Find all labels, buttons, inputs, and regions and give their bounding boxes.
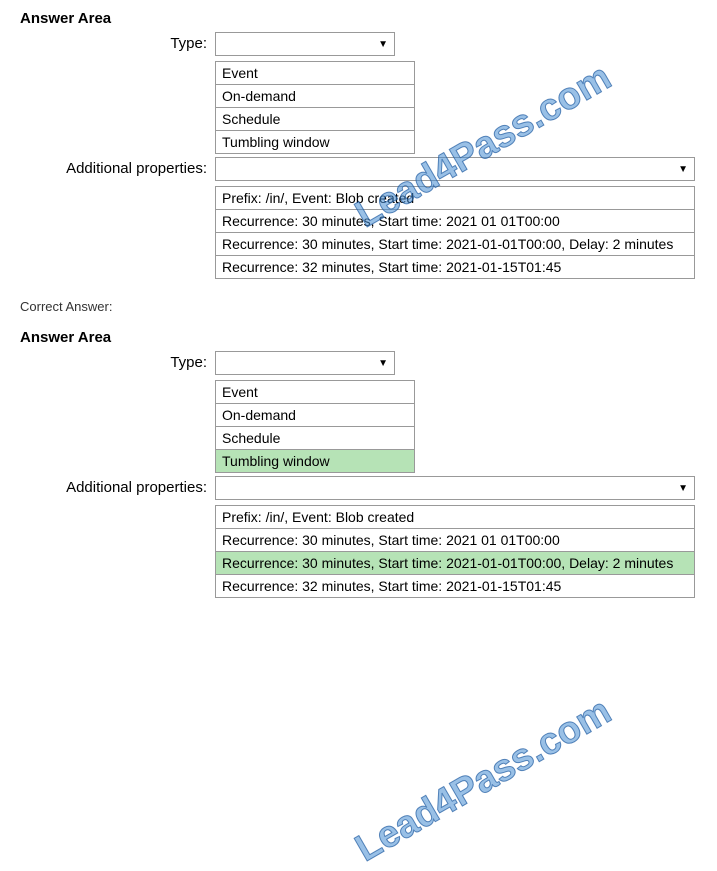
type-option[interactable]: Event [216,62,414,85]
additional-option[interactable]: Prefix: /in/, Event: Blob created [216,506,694,529]
additional-content: ▼ Prefix: /in/, Event: Blob created Recu… [215,476,695,598]
additional-option[interactable]: Recurrence: 32 minutes, Start time: 2021… [216,575,694,597]
chevron-down-icon: ▼ [678,164,688,175]
additional-option[interactable]: Recurrence: 32 minutes, Start time: 2021… [216,256,694,278]
answer-area-correct: Lead4Pass.com Answer Area Type: ▼ Event … [20,329,697,598]
type-options-list: Event On-demand Schedule Tumbling window [215,61,415,154]
type-row: Type: ▼ Event On-demand Schedule Tumblin… [20,32,697,154]
additional-content: ▼ Prefix: /in/, Event: Blob created Recu… [215,157,695,279]
additional-option[interactable]: Prefix: /in/, Event: Blob created [216,187,694,210]
type-option[interactable]: Event [216,381,414,404]
type-option[interactable]: On-demand [216,404,414,427]
additional-properties-label: Additional properties: [20,476,215,598]
type-row: Type: ▼ Event On-demand Schedule Tumblin… [20,351,697,473]
type-dropdown[interactable]: ▼ [215,32,395,56]
type-option[interactable]: On-demand [216,85,414,108]
additional-dropdown[interactable]: ▼ [215,157,695,181]
type-content: ▼ Event On-demand Schedule Tumbling wind… [215,351,415,473]
chevron-down-icon: ▼ [678,483,688,494]
type-options-list: Event On-demand Schedule Tumbling window [215,380,415,473]
answer-area-header: Answer Area [20,329,697,346]
answer-area-header: Answer Area [20,10,697,27]
correct-answer-label: Correct Answer: [20,299,697,314]
answer-area-question: Lead4Pass.com Answer Area Type: ▼ Event … [20,10,697,279]
additional-option[interactable]: Recurrence: 30 minutes, Start time: 2021… [216,529,694,552]
type-content: ▼ Event On-demand Schedule Tumbling wind… [215,32,415,154]
type-label: Type: [20,351,215,473]
additional-option[interactable]: Recurrence: 30 minutes, Start time: 2021… [216,233,694,256]
type-dropdown[interactable]: ▼ [215,351,395,375]
watermark: Lead4Pass.com [348,690,618,871]
type-label: Type: [20,32,215,154]
additional-option[interactable]: Recurrence: 30 minutes, Start time: 2021… [216,210,694,233]
chevron-down-icon: ▼ [378,358,388,369]
chevron-down-icon: ▼ [378,39,388,50]
type-option[interactable]: Schedule [216,108,414,131]
type-option[interactable]: Schedule [216,427,414,450]
additional-dropdown[interactable]: ▼ [215,476,695,500]
additional-properties-label: Additional properties: [20,157,215,279]
additional-options-list: Prefix: /in/, Event: Blob created Recurr… [215,186,695,279]
additional-option-selected[interactable]: Recurrence: 30 minutes, Start time: 2021… [216,552,694,575]
additional-options-list: Prefix: /in/, Event: Blob created Recurr… [215,505,695,598]
type-option-selected[interactable]: Tumbling window [216,450,414,472]
additional-properties-row: Additional properties: ▼ Prefix: /in/, E… [20,157,697,279]
additional-properties-row: Additional properties: ▼ Prefix: /in/, E… [20,476,697,598]
type-option[interactable]: Tumbling window [216,131,414,153]
